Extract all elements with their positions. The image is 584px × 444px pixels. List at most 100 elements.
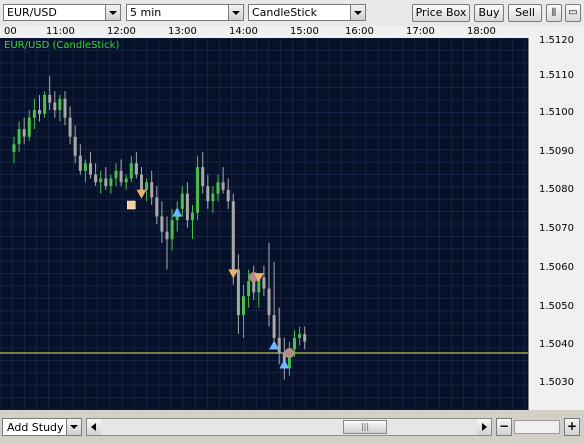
candle-body [78, 155, 82, 171]
time-axis-label: 00 [4, 26, 17, 37]
signal-circle-marker [284, 348, 295, 359]
candle-body [252, 280, 256, 293]
time-scrollbar[interactable]: ||| [86, 418, 492, 436]
candle-body [83, 163, 87, 171]
chevron-down-icon[interactable] [66, 419, 81, 435]
candle-body [201, 167, 205, 187]
time-axis-label: 15:00 [290, 26, 319, 37]
buy-signal-marker [172, 207, 183, 217]
interval-value: 5 min [130, 6, 162, 19]
candle-body [150, 182, 154, 198]
time-axis-label: 16:00 [345, 26, 374, 37]
candle-body [226, 189, 230, 202]
price-axis-label: 1.5090 [539, 146, 574, 157]
chart-toolbar: EUR/USD 5 min CandleStick Price Box Buy … [0, 0, 584, 27]
candle-body [262, 277, 266, 289]
price-axis-label: 1.5080 [539, 184, 574, 195]
candle-body [185, 193, 189, 221]
chevron-down-icon[interactable] [105, 5, 120, 20]
interval-dropdown[interactable]: 5 min [126, 4, 244, 21]
candle-body [104, 178, 108, 187]
candle-body [155, 197, 159, 217]
buy-button[interactable]: Buy [474, 4, 504, 22]
time-axis-label: 11:00 [46, 26, 75, 37]
candle-body [134, 163, 138, 175]
chevron-down-icon[interactable] [228, 5, 243, 20]
candle-body [293, 337, 296, 350]
sell-button[interactable]: Sell [508, 4, 542, 22]
candle-body [89, 163, 92, 175]
time-axis-label: 14:00 [229, 26, 258, 37]
candle-body [170, 220, 174, 240]
chart-legend: EUR/USD (CandleStick) [4, 40, 120, 51]
price-box-button[interactable]: Price Box [412, 4, 470, 22]
sell-signal-marker [136, 189, 147, 199]
candle-body [236, 269, 240, 316]
price-axis-label: 1.5120 [539, 35, 574, 46]
candle-body [221, 182, 225, 190]
chart-style-dropdown[interactable]: CandleStick [248, 4, 366, 21]
candle-body [32, 110, 36, 118]
chart-settings-icon[interactable]: ⫼ [546, 4, 562, 22]
price-axis-label: 1.5070 [539, 223, 574, 234]
candle-body [231, 201, 235, 270]
price-axis-label: 1.5110 [539, 70, 574, 81]
candle-body [160, 216, 164, 232]
zoom-in-button[interactable]: + [564, 418, 580, 436]
maximize-icon[interactable]: ▭ [565, 4, 581, 22]
candle-body [140, 174, 143, 190]
price-axis-label: 1.5060 [539, 262, 574, 273]
candle-body [12, 144, 16, 152]
candle-body [145, 182, 149, 190]
candle-body [53, 102, 57, 111]
candle-body [119, 170, 123, 183]
candle-body [43, 94, 47, 114]
candle-body [216, 182, 220, 194]
symbol-value: EUR/USD [7, 6, 57, 19]
time-axis-label: 18:00 [467, 26, 496, 37]
price-axis-label: 1.5050 [539, 301, 574, 312]
candle-body [109, 178, 113, 187]
candle-body [124, 178, 128, 183]
candle-body [68, 117, 72, 137]
candle-body [73, 136, 77, 156]
candle-body [267, 288, 271, 316]
add-study-label: Add Study [7, 421, 64, 434]
chart-style-value: CandleStick [252, 6, 317, 19]
time-axis-label: 17:00 [406, 26, 435, 37]
time-axis-label: 12:00 [107, 26, 136, 37]
price-axis: 1.5120 1.5110 1.5100 1.5090 1.5080 1.507… [528, 35, 584, 410]
scroll-left-icon[interactable] [87, 419, 101, 435]
buy-signal-marker [269, 340, 280, 350]
symbol-dropdown[interactable]: EUR/USD [3, 4, 121, 21]
candle-body [211, 193, 215, 202]
candle-body [242, 296, 245, 316]
candle-body [196, 167, 200, 213]
time-axis-label: 13:00 [168, 26, 197, 37]
candle-body [27, 117, 31, 137]
chevron-down-icon[interactable] [350, 5, 365, 20]
price-axis-label: 1.5040 [539, 339, 574, 350]
candlestick-chart[interactable] [0, 37, 528, 411]
candle-body [247, 280, 251, 297]
candle-body [303, 334, 307, 342]
chart-bottom-bar: Add Study ||| − + [0, 414, 584, 444]
zoom-slider[interactable] [514, 420, 560, 434]
candle-body [48, 94, 52, 103]
candle-body [63, 98, 67, 118]
scroll-right-icon[interactable] [477, 419, 491, 435]
candle-body [298, 334, 302, 338]
scrollbar-thumb[interactable]: ||| [343, 420, 387, 434]
candle-body [38, 110, 41, 114]
signal-square-marker [127, 200, 136, 210]
add-study-dropdown[interactable]: Add Study [2, 418, 82, 436]
price-axis-label: 1.5030 [539, 377, 574, 388]
candle-body [58, 98, 62, 111]
candle-body [206, 186, 210, 202]
candle-body [191, 212, 194, 221]
candle-body [22, 129, 26, 137]
candle-body [99, 178, 103, 183]
candle-body [129, 163, 133, 179]
chart-plot-area[interactable] [0, 37, 528, 411]
zoom-out-button[interactable]: − [496, 418, 512, 436]
